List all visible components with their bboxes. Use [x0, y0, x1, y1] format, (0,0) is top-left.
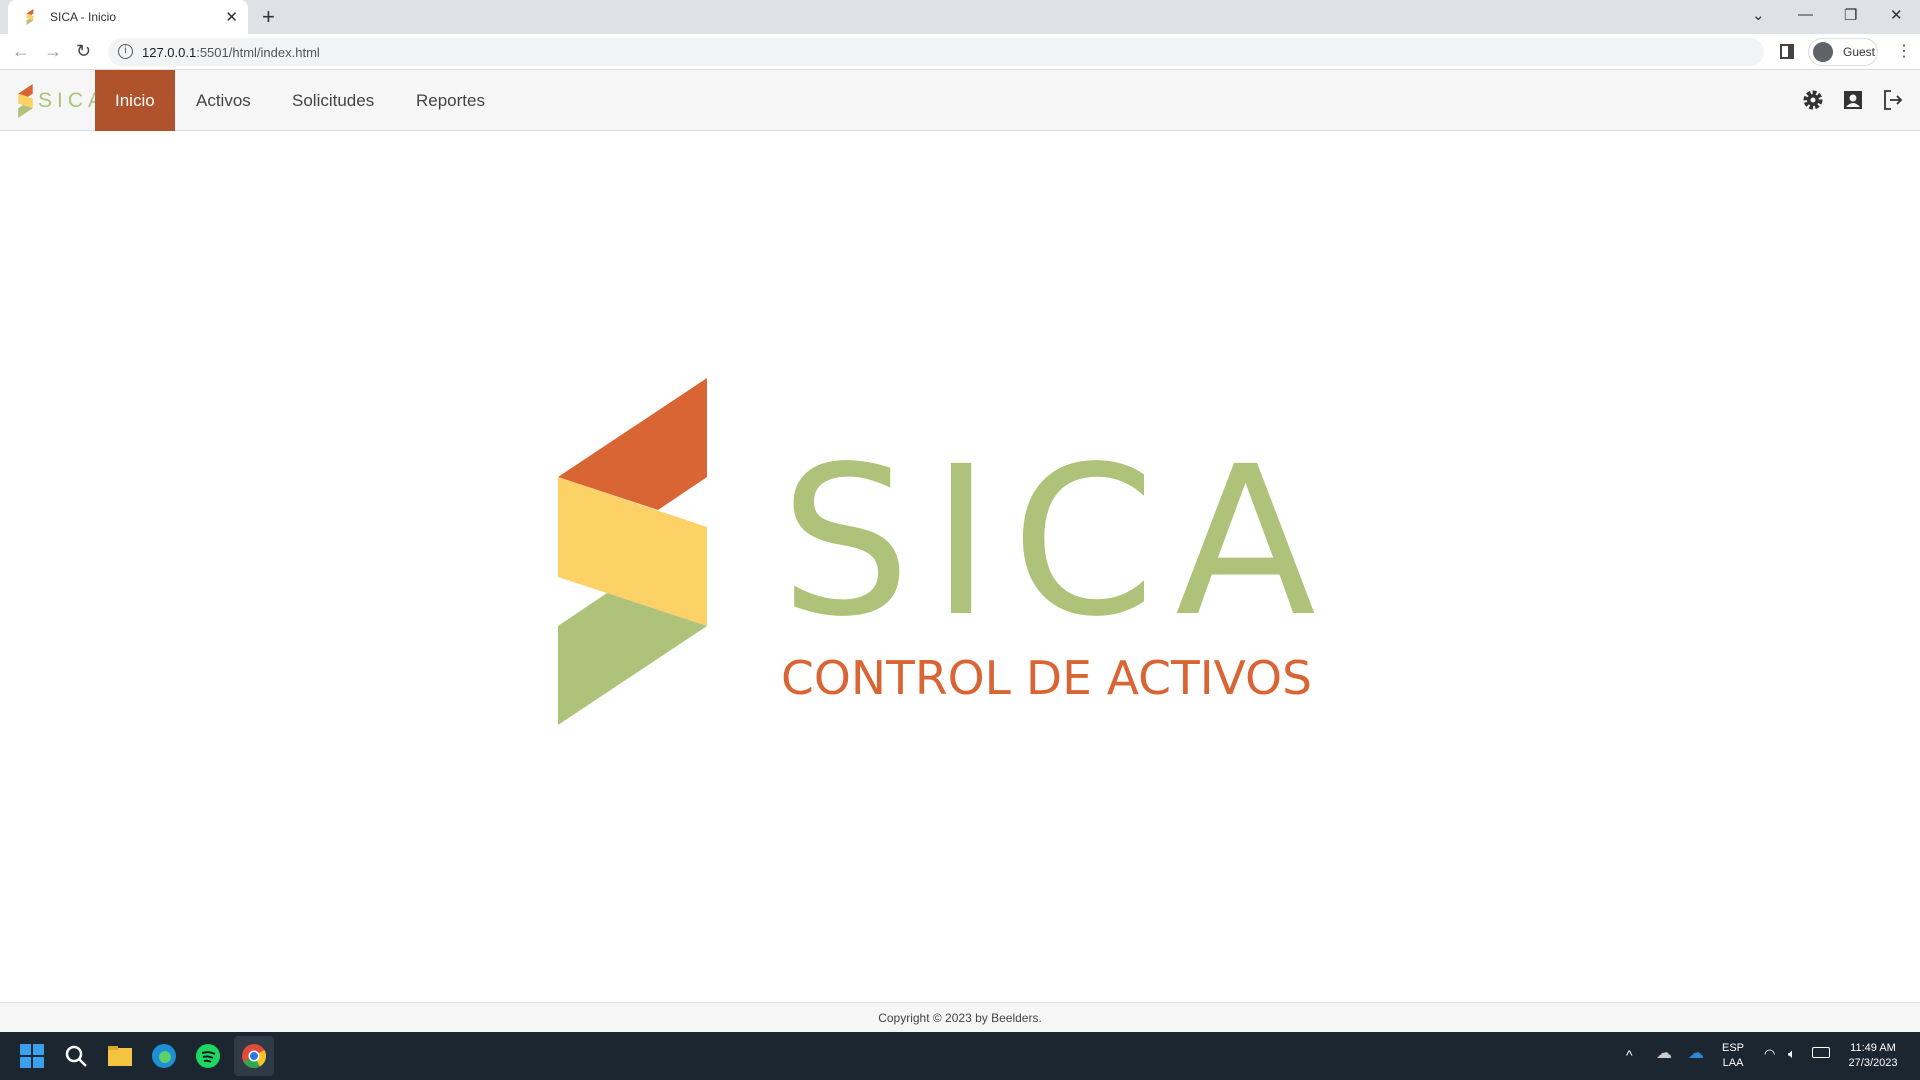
chrome-taskbar-button[interactable]: [234, 1036, 274, 1076]
onedrive-grey-icon[interactable]: ☁: [1656, 1046, 1672, 1062]
hero-logo: SICA CONTROL DE ACTIVOS: [558, 378, 1316, 725]
battery-icon[interactable]: [1812, 1047, 1830, 1058]
wifi-icon[interactable]: ◠: [1764, 1046, 1775, 1061]
volume-icon[interactable]: 🔈︎: [1788, 1046, 1796, 1061]
file-explorer-icon[interactable]: [106, 1042, 134, 1070]
chrome-icon: [242, 1044, 267, 1069]
tray-chevron-icon[interactable]: ^: [1626, 1048, 1633, 1063]
clock-time: 11:49 AM: [1850, 1042, 1896, 1054]
footer: Copyright © 2023 by Beelders.: [0, 1002, 1920, 1032]
onedrive-blue-icon[interactable]: ☁: [1688, 1046, 1704, 1062]
lang-layout: LAA: [1722, 1057, 1744, 1069]
taskbar: ^ ☁ ☁ ESP LAA ◠ 🔈︎ 11:49 AM 27/3/2023: [0, 1032, 1920, 1080]
search-icon[interactable]: [62, 1042, 90, 1070]
clock-date: 27/3/2023: [1848, 1057, 1898, 1069]
hero-title: SICA: [780, 422, 1316, 662]
edge-icon[interactable]: [150, 1042, 178, 1070]
language-indicator[interactable]: ESP LAA: [1722, 1041, 1744, 1071]
copyright-text: Copyright © 2023 by Beelders.: [878, 1011, 1042, 1025]
lang-code: ESP: [1722, 1042, 1745, 1054]
clock[interactable]: 11:49 AM 27/3/2023: [1838, 1041, 1908, 1071]
hero-subtitle: CONTROL DE ACTIVOS: [781, 651, 1312, 705]
windows-start-icon[interactable]: [18, 1042, 46, 1070]
spotify-icon[interactable]: [194, 1042, 222, 1070]
